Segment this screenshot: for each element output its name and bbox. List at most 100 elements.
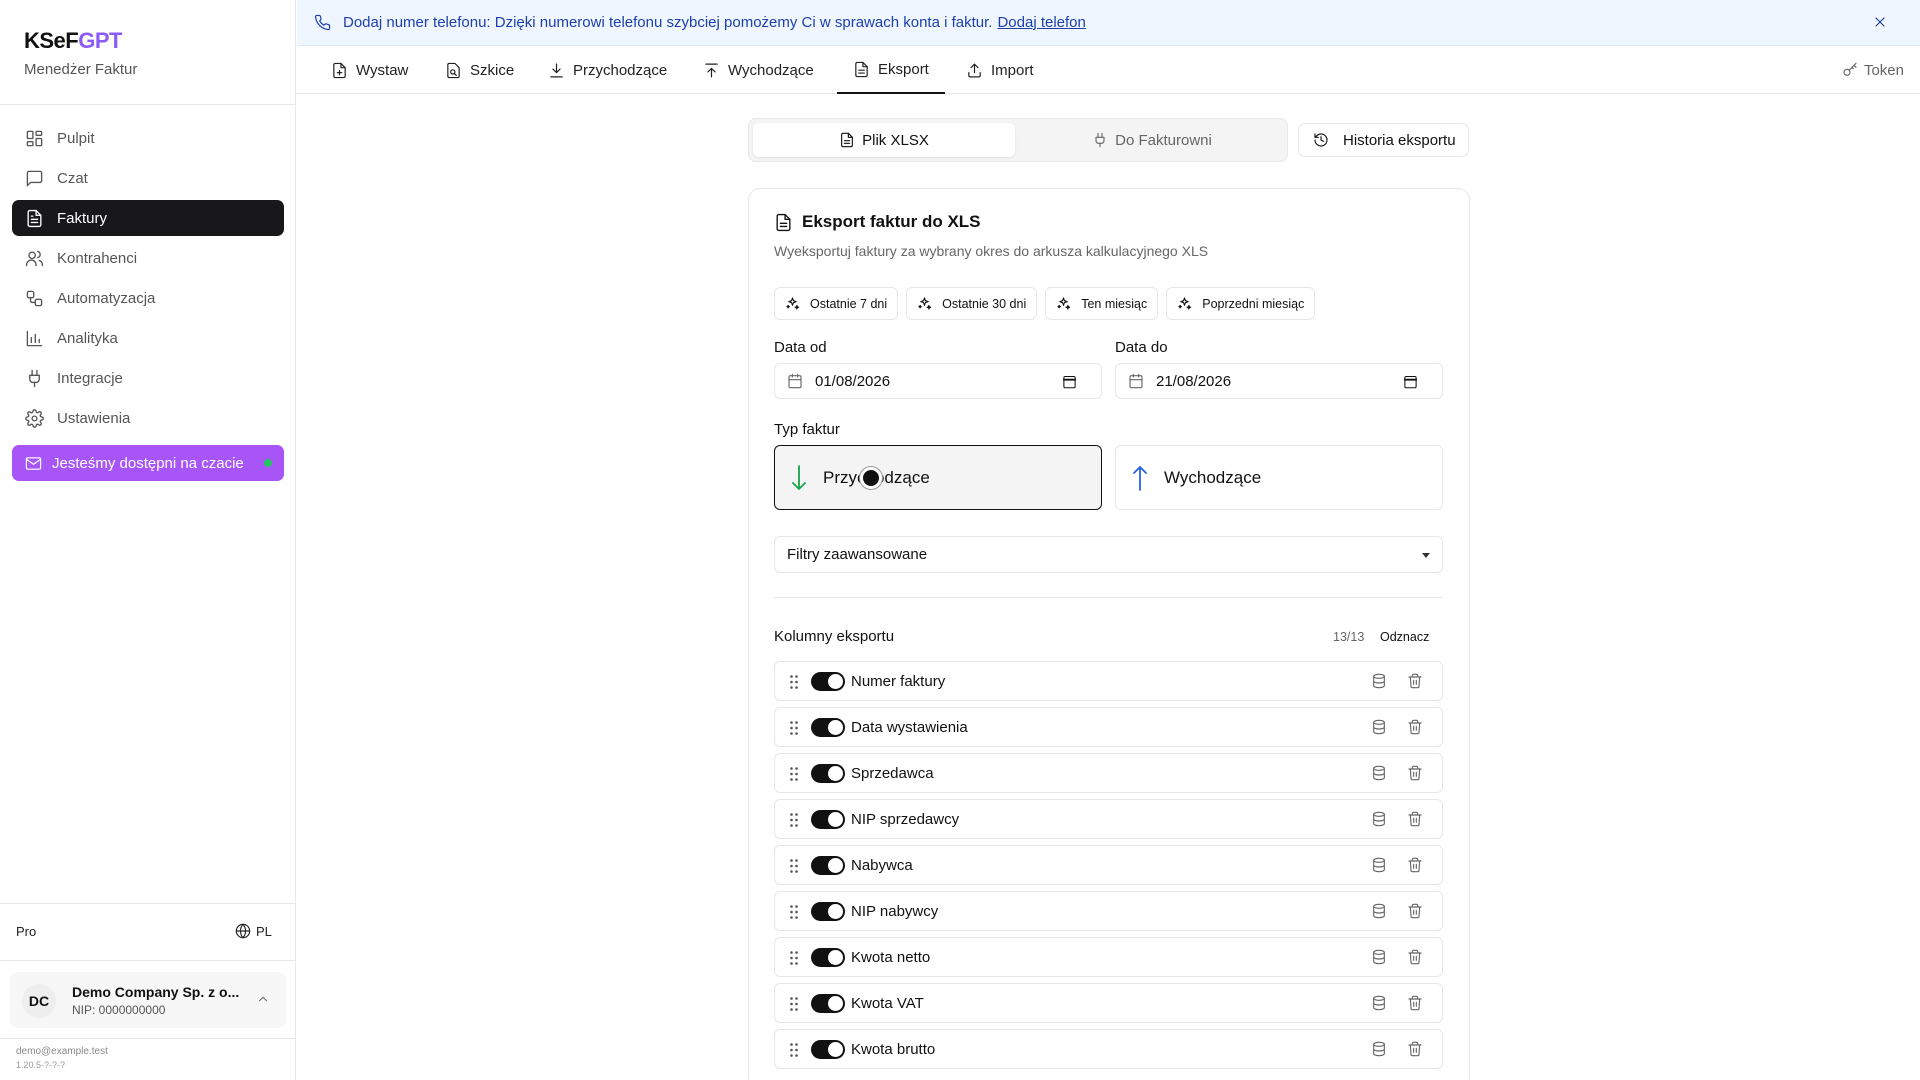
- drag-handle-icon[interactable]: [789, 950, 799, 966]
- sidebar-item-czat[interactable]: Czat: [12, 160, 284, 196]
- tab-wystaw[interactable]: Wystaw: [327, 46, 412, 94]
- drag-handle-icon[interactable]: [789, 996, 799, 1012]
- close-icon[interactable]: [1872, 14, 1888, 30]
- card-title-text: Eksport faktur do XLS: [802, 212, 981, 231]
- date-from-value: 01/08/2026: [815, 372, 891, 390]
- token-label: Token: [1863, 61, 1904, 79]
- avatar: DC: [22, 984, 56, 1018]
- drag-handle-icon[interactable]: [789, 1042, 799, 1058]
- column-toggle[interactable]: [811, 948, 845, 967]
- column-toggle[interactable]: [811, 764, 845, 783]
- date-to-input[interactable]: 21/08/2026: [1115, 363, 1443, 399]
- column-toggle[interactable]: [811, 672, 845, 691]
- trash-icon[interactable]: [1407, 995, 1423, 1011]
- brand-logo[interactable]: KSeFGPT: [24, 28, 122, 54]
- type-incoming-option[interactable]: Przychodzące: [774, 445, 1102, 510]
- column-toggle[interactable]: [811, 810, 845, 829]
- trash-icon[interactable]: [1407, 903, 1423, 919]
- sidebar-divider: [0, 1038, 296, 1039]
- sidebar-item-label: Ustawienia: [57, 409, 131, 427]
- column-toggle[interactable]: [811, 902, 845, 921]
- tab-eksport[interactable]: Eksport: [837, 46, 945, 94]
- database-icon[interactable]: [1371, 719, 1387, 735]
- tab-wychodzace[interactable]: Wychodzące: [699, 46, 818, 94]
- date-from-input[interactable]: 01/08/2026: [774, 363, 1102, 399]
- export-mode-xlsx[interactable]: Plik XLSX: [753, 123, 1015, 157]
- drag-handle-icon[interactable]: [789, 812, 799, 828]
- trash-icon[interactable]: [1407, 673, 1423, 689]
- trash-icon[interactable]: [1407, 719, 1423, 735]
- sidebar-item-analityka[interactable]: Analityka: [12, 320, 284, 356]
- sidebar-item-pulpit[interactable]: Pulpit: [12, 120, 284, 156]
- advanced-filters-dropdown[interactable]: Filtry zaawansowane: [774, 536, 1443, 573]
- sidebar-item-automatyzacja[interactable]: Automatyzacja: [12, 280, 284, 316]
- company-switcher[interactable]: DC Demo Company Sp. z o... NIP: 00000000…: [10, 972, 286, 1028]
- key-icon: [1843, 62, 1857, 76]
- column-toggle[interactable]: [811, 718, 845, 737]
- language-switcher[interactable]: PL: [235, 923, 272, 939]
- database-icon[interactable]: [1371, 765, 1387, 781]
- database-icon[interactable]: [1371, 673, 1387, 689]
- trash-icon[interactable]: [1407, 857, 1423, 873]
- plug-icon: [1095, 132, 1105, 148]
- column-label: Kwota netto: [851, 949, 931, 966]
- drag-handle-icon[interactable]: [789, 674, 799, 690]
- calendar-picker-icon[interactable]: [1062, 374, 1077, 389]
- sidebar-item-label: Kontrahenci: [57, 249, 138, 267]
- plan-badge: Pro: [16, 924, 37, 939]
- preset-label: Poprzedni miesiąc: [1202, 296, 1305, 311]
- database-icon[interactable]: [1371, 857, 1387, 873]
- import-icon: [968, 63, 981, 77]
- chat-available-button[interactable]: Jesteśmy dostępni na czacie: [12, 445, 284, 481]
- export-mode-switch: Plik XLSX Do Fakturowni: [748, 118, 1288, 162]
- column-toggle[interactable]: [811, 1040, 845, 1059]
- add-phone-link[interactable]: Dodaj telefon: [997, 14, 1085, 31]
- phone-banner: Dodaj numer telefonu: Dzięki numerowi te…: [297, 0, 1920, 46]
- trash-icon[interactable]: [1407, 811, 1423, 827]
- plug-icon: [29, 369, 40, 387]
- column-label: Kwota VAT: [851, 995, 924, 1012]
- preset-label: Ostatnie 7 dni: [810, 296, 888, 311]
- trash-icon[interactable]: [1407, 765, 1423, 781]
- drag-handle-icon[interactable]: [789, 904, 799, 920]
- language-label: PL: [256, 923, 272, 939]
- sidebar-item-integracje[interactable]: Integracje: [12, 360, 284, 396]
- date-to-value: 21/08/2026: [1156, 372, 1232, 390]
- database-icon[interactable]: [1371, 903, 1387, 919]
- deselect-all-button[interactable]: Odznacz: [1380, 630, 1429, 644]
- preset-label: Ten miesiąc: [1081, 296, 1148, 311]
- column-toggle[interactable]: [811, 856, 845, 875]
- type-outgoing-option[interactable]: Wychodzące: [1115, 445, 1443, 510]
- export-mode-fakturownia[interactable]: Do Fakturowni: [1021, 123, 1283, 157]
- tab-label: Przychodzące: [573, 61, 668, 79]
- sidebar-item-faktury[interactable]: Faktury: [12, 200, 284, 236]
- sidebar-item-ustawienia[interactable]: Ustawienia: [12, 400, 284, 436]
- column-label: NIP nabywcy: [851, 903, 939, 920]
- preset-last-7-days[interactable]: Ostatnie 7 dni: [774, 287, 899, 320]
- export-column-row: NIP nabywcy: [774, 891, 1443, 931]
- tab-szkice[interactable]: Szkice: [441, 46, 518, 94]
- tab-import[interactable]: Import: [962, 46, 1038, 94]
- calendar-picker-icon[interactable]: [1403, 374, 1418, 389]
- arrow-down-icon: [792, 464, 806, 490]
- drag-handle-icon[interactable]: [789, 766, 799, 782]
- column-toggle[interactable]: [811, 994, 845, 1013]
- sidebar-item-kontrahenci[interactable]: Kontrahenci: [12, 240, 284, 276]
- drag-handle-icon[interactable]: [789, 720, 799, 736]
- trash-icon[interactable]: [1407, 1041, 1423, 1057]
- database-icon[interactable]: [1371, 811, 1387, 827]
- preset-this-month[interactable]: Ten miesiąc: [1045, 287, 1159, 320]
- trash-icon[interactable]: [1407, 949, 1423, 965]
- database-icon[interactable]: [1371, 1041, 1387, 1057]
- preset-previous-month[interactable]: Poprzedni miesiąc: [1166, 287, 1316, 320]
- dashboard-icon: [26, 130, 43, 146]
- database-icon[interactable]: [1371, 949, 1387, 965]
- drag-handle-icon[interactable]: [789, 858, 799, 874]
- token-button[interactable]: Token: [1842, 46, 1904, 94]
- export-history-button[interactable]: Historia eksportu: [1298, 123, 1469, 157]
- column-label: Numer faktury: [851, 673, 946, 690]
- tab-przychodzace[interactable]: Przychodzące: [544, 46, 671, 94]
- columns-title: Kolumny eksportu: [774, 628, 895, 645]
- preset-last-30-days[interactable]: Ostatnie 30 dni: [906, 287, 1038, 320]
- database-icon[interactable]: [1371, 995, 1387, 1011]
